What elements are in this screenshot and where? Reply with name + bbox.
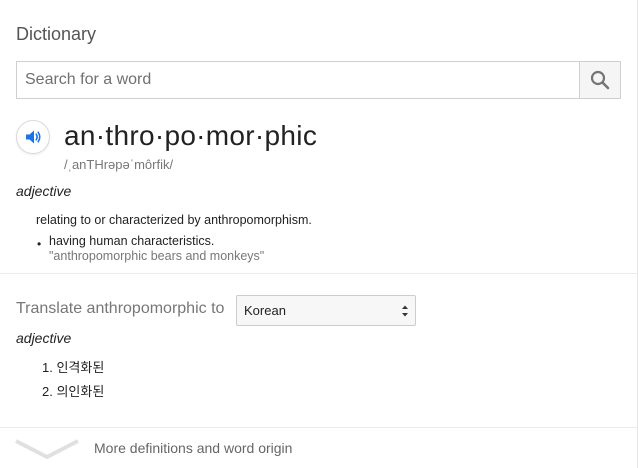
search-icon <box>590 70 610 90</box>
dictionary-card: Dictionary an·thro·po·mor·phic /ˌanTHrəp… <box>0 0 638 468</box>
speaker-icon <box>26 130 41 144</box>
translation-item-1: 1. 인격화된 <box>42 360 105 375</box>
headword: an·thro·po·mor·phic <box>64 120 318 151</box>
definition-bullet: • <box>37 237 42 251</box>
chevron-down-icon <box>15 439 79 459</box>
more-definitions-link[interactable]: More definitions and word origin <box>0 428 638 468</box>
search-input[interactable] <box>17 62 579 98</box>
language-select[interactable]: Korean <box>236 295 416 326</box>
sub-definition-text: having human characteristics. <box>49 234 215 248</box>
example-sentence: "anthropomorphic bears and monkeys" <box>49 249 265 263</box>
phonetic-spelling: /ˌanTHrəpəˈmôrfik/ <box>64 157 174 172</box>
search-box <box>16 61 621 99</box>
part-of-speech: adjective <box>16 183 72 199</box>
translation-part-of-speech: adjective <box>16 330 72 346</box>
definition-text: relating to or characterized by anthropo… <box>36 213 312 227</box>
select-arrows-icon <box>402 305 408 317</box>
pronunciation-audio-button[interactable] <box>16 120 50 154</box>
search-button[interactable] <box>579 62 620 98</box>
translation-item-2: 2. 의인화된 <box>42 384 105 399</box>
section-divider <box>0 273 638 274</box>
dictionary-title: Dictionary <box>16 24 97 44</box>
translate-label: Translate anthropomorphic to <box>16 300 225 317</box>
language-select-value: Korean <box>244 303 286 318</box>
more-definitions-label: More definitions and word origin <box>94 440 293 456</box>
